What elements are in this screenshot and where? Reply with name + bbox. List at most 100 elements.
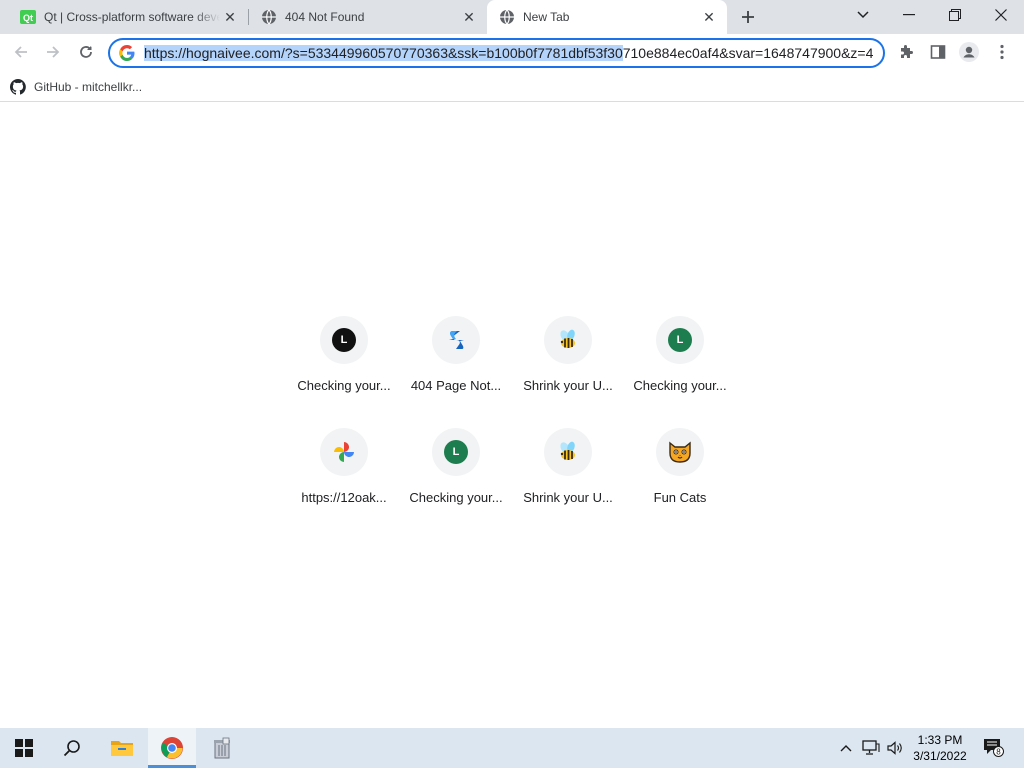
shortcut-tile[interactable]: L Checking your...	[288, 316, 400, 428]
tab-search-button[interactable]	[840, 0, 886, 30]
shortcut-tile[interactable]: https://12oak...	[288, 428, 400, 540]
tab-404[interactable]: 404 Not Found ✕	[249, 0, 487, 34]
chrome-taskbar-button[interactable]	[148, 728, 196, 768]
qt-icon: Qt	[20, 9, 36, 25]
shortcut-tile[interactable]: L Checking your...	[624, 316, 736, 428]
letter-l-icon: L	[332, 328, 356, 352]
shortcut-icon-bg	[656, 428, 704, 476]
pinwheel-icon	[334, 442, 354, 462]
close-icon[interactable]: ✕	[459, 7, 479, 27]
bookmark-label: GitHub - mitchellkr...	[34, 80, 143, 94]
file-explorer-button[interactable]	[98, 728, 146, 768]
shortcut-tile[interactable]: L Checking your...	[400, 428, 512, 540]
new-tab-page: L Checking your... 404 Page Not... Shrin…	[0, 103, 1024, 728]
taskbar-search-button[interactable]	[48, 728, 96, 768]
shortcut-tile[interactable]: Shrink your U...	[512, 428, 624, 540]
close-icon	[995, 9, 1007, 21]
shortcut-icon-bg: L	[432, 428, 480, 476]
arrow-right-icon	[47, 46, 60, 58]
reload-button[interactable]	[71, 37, 101, 67]
network-icon	[862, 740, 880, 755]
svg-text:Qt: Qt	[23, 13, 33, 23]
menu-button[interactable]	[988, 38, 1016, 66]
shortcut-label: Shrink your U...	[523, 378, 613, 393]
folder-icon	[111, 741, 133, 756]
minimize-icon	[903, 14, 915, 16]
tab-strip: Qt Qt | Cross-platform software developm…	[0, 0, 1024, 34]
url-text[interactable]: https://hognaivee.com/?s=533449960570770…	[144, 45, 873, 61]
shortcut-label: https://12oak...	[301, 490, 387, 505]
shortcut-icon-bg: L	[320, 316, 368, 364]
restore-button[interactable]	[932, 0, 978, 30]
shortcut-icon-bg: L	[656, 316, 704, 364]
chevron-down-icon	[857, 11, 869, 19]
close-icon[interactable]: ✕	[699, 7, 719, 27]
shortcut-label: 404 Page Not...	[410, 378, 502, 393]
reload-icon	[80, 46, 92, 58]
profile-button[interactable]	[955, 38, 983, 66]
forward-button[interactable]	[38, 37, 68, 67]
kebab-menu-icon	[1000, 44, 1004, 60]
shortcut-label: Shrink your U...	[523, 490, 613, 505]
arrow-left-icon	[14, 46, 27, 58]
extensions-button[interactable]	[892, 38, 920, 66]
shortcut-tile[interactable]: Fun Cats	[624, 428, 736, 540]
new-tab-button[interactable]	[736, 5, 760, 29]
shortcut-label: Fun Cats	[653, 490, 707, 505]
shortcut-icon-bg	[544, 316, 592, 364]
letter-l-icon: L	[668, 328, 692, 352]
clock-time: 1:33 PM	[917, 733, 963, 747]
notification-icon: 8	[984, 739, 1004, 757]
notification-count: 8	[996, 748, 1001, 757]
github-icon	[10, 79, 26, 95]
volume-button[interactable]	[884, 728, 906, 768]
chrome-icon	[161, 737, 183, 759]
start-button[interactable]	[0, 728, 48, 768]
side-panel-icon	[930, 45, 946, 59]
shortcut-icon-bg	[432, 316, 480, 364]
shortcut-icon-bg	[320, 428, 368, 476]
taskbar: 1:33 PM 3/31/2022 8	[0, 728, 1024, 768]
show-hidden-icons-button[interactable]	[836, 728, 856, 768]
toolbar: https://hognaivee.com/?s=533449960570770…	[0, 34, 1024, 72]
tab-qt[interactable]: Qt Qt | Cross-platform software developm…	[8, 0, 248, 34]
letter-l-icon: L	[444, 440, 468, 464]
blue-s-icon	[449, 331, 464, 349]
bookmarks-bar: GitHub - mitchellkr...	[0, 72, 1024, 102]
url-selected-text: https://hognaivee.com/?s=533449960570770…	[144, 45, 623, 61]
google-icon	[118, 44, 136, 62]
taskbar-clock[interactable]: 1:33 PM 3/31/2022	[908, 732, 972, 764]
notification-center-button[interactable]: 8	[980, 728, 1008, 768]
tab-new-tab[interactable]: New Tab ✕	[487, 0, 727, 34]
close-icon[interactable]: ✕	[220, 7, 240, 27]
speaker-icon	[887, 741, 902, 755]
globe-icon	[499, 9, 515, 25]
bookmark-github[interactable]: GitHub - mitchellkr...	[10, 76, 142, 98]
bee-icon	[560, 329, 575, 348]
search-icon	[63, 740, 80, 757]
profile-icon	[959, 42, 979, 62]
url-unselected-text: 710e884ec0af4&svar=1648747900&z=4	[622, 45, 874, 61]
recycle-app-button[interactable]	[198, 728, 246, 768]
network-button[interactable]	[860, 728, 882, 768]
windows-icon	[15, 739, 33, 757]
clock-date: 3/31/2022	[913, 749, 967, 763]
shortcut-tile[interactable]: 404 Page Not...	[400, 316, 512, 428]
chevron-up-icon	[840, 745, 852, 752]
tab-title: 404 Not Found	[285, 10, 365, 24]
address-bar[interactable]: https://hognaivee.com/?s=533449960570770…	[108, 38, 885, 68]
shortcut-label: Checking your...	[409, 490, 503, 505]
tab-title: New Tab	[523, 10, 570, 24]
side-panel-button[interactable]	[924, 38, 952, 66]
plus-icon	[742, 11, 754, 23]
shortcut-label: Checking your...	[297, 378, 391, 393]
shortcut-tile[interactable]: Shrink your U...	[512, 316, 624, 428]
shortcut-icon-bg	[544, 428, 592, 476]
close-window-button[interactable]	[978, 0, 1024, 30]
minimize-button[interactable]	[886, 0, 932, 30]
restore-icon	[949, 9, 961, 21]
cat-icon	[669, 441, 691, 463]
globe-icon	[261, 9, 277, 25]
back-button[interactable]	[6, 37, 36, 67]
app-icon	[214, 737, 230, 759]
